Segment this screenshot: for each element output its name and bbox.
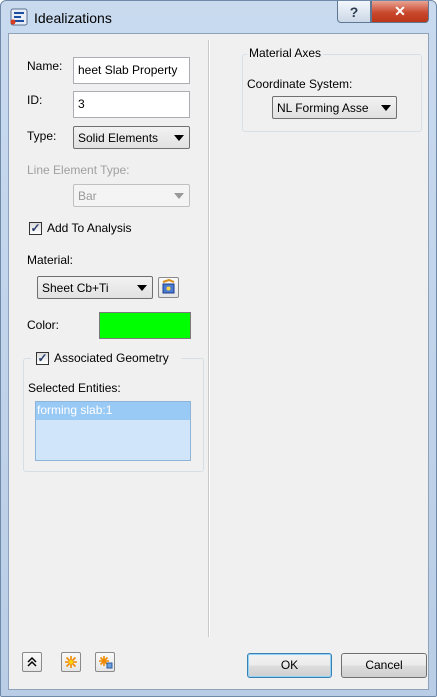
coordinate-system-dropdown[interactable]: NL Forming Asse: [272, 96, 397, 119]
coordinate-system-value: NL Forming Asse: [277, 101, 369, 115]
add-to-analysis-checkbox[interactable]: ✓: [29, 222, 42, 235]
name-input[interactable]: heet Slab Property: [73, 57, 190, 84]
material-browse-button[interactable]: [158, 277, 179, 298]
help-button[interactable]: ?: [337, 1, 371, 23]
panel-divider: [208, 40, 210, 637]
type-dropdown[interactable]: Solid Elements: [73, 126, 190, 149]
material-library-icon: [162, 278, 175, 294]
name-label: Name:: [27, 59, 63, 73]
cancel-button[interactable]: Cancel: [341, 653, 427, 678]
dialog-window: Idealizations ? ✕ Name: heet Slab Proper…: [0, 0, 437, 697]
color-label: Color:: [27, 318, 60, 332]
color-swatch[interactable]: [99, 312, 191, 339]
material-axes-group: [242, 54, 422, 132]
material-label: Material:: [27, 253, 74, 267]
material-dropdown[interactable]: Sheet Cb+Ti: [37, 276, 153, 299]
sparkle-grid-icon: [98, 656, 112, 669]
material-dropdown-value: Sheet Cb+Ti: [42, 281, 109, 295]
ok-button[interactable]: OK: [247, 653, 332, 678]
chevron-down-icon: [174, 193, 184, 199]
coordinate-system-label: Coordinate System:: [247, 77, 353, 91]
line-element-type-dropdown: Bar: [73, 184, 190, 207]
id-input[interactable]: 3: [73, 91, 190, 118]
title-bar[interactable]: Idealizations ? ✕: [1, 1, 436, 33]
selected-entities-list[interactable]: forming slab:1: [35, 401, 191, 461]
list-item[interactable]: forming slab:1: [36, 402, 190, 420]
type-label: Type:: [27, 129, 57, 143]
chevron-down-icon: [174, 135, 184, 141]
chevron-down-icon: [381, 105, 391, 111]
edit-idealization-button[interactable]: [95, 652, 115, 672]
double-chevron-up-icon: [27, 656, 37, 667]
window-title: Idealizations: [34, 10, 112, 26]
type-dropdown-value: Solid Elements: [78, 131, 159, 145]
chevron-down-icon: [137, 285, 147, 291]
dialog-client-area: Name: heet Slab Property ID: 3 Type: Sol…: [8, 33, 429, 690]
collapse-button[interactable]: [22, 652, 42, 672]
idealizations-app-icon: [10, 8, 28, 26]
associated-geometry-label: Associated Geometry: [54, 351, 169, 365]
sparkle-icon: [65, 656, 77, 668]
line-element-type-value: Bar: [78, 189, 97, 203]
material-axes-title: Material Axes: [247, 46, 324, 60]
selected-entities-label: Selected Entities:: [28, 381, 121, 395]
new-idealization-button[interactable]: [61, 652, 81, 672]
add-to-analysis-label: Add To Analysis: [47, 221, 132, 235]
close-button[interactable]: ✕: [371, 1, 429, 23]
line-element-type-label: Line Element Type:: [27, 163, 130, 177]
associated-geometry-checkbox[interactable]: ✓: [36, 352, 49, 365]
id-label: ID:: [27, 93, 43, 107]
